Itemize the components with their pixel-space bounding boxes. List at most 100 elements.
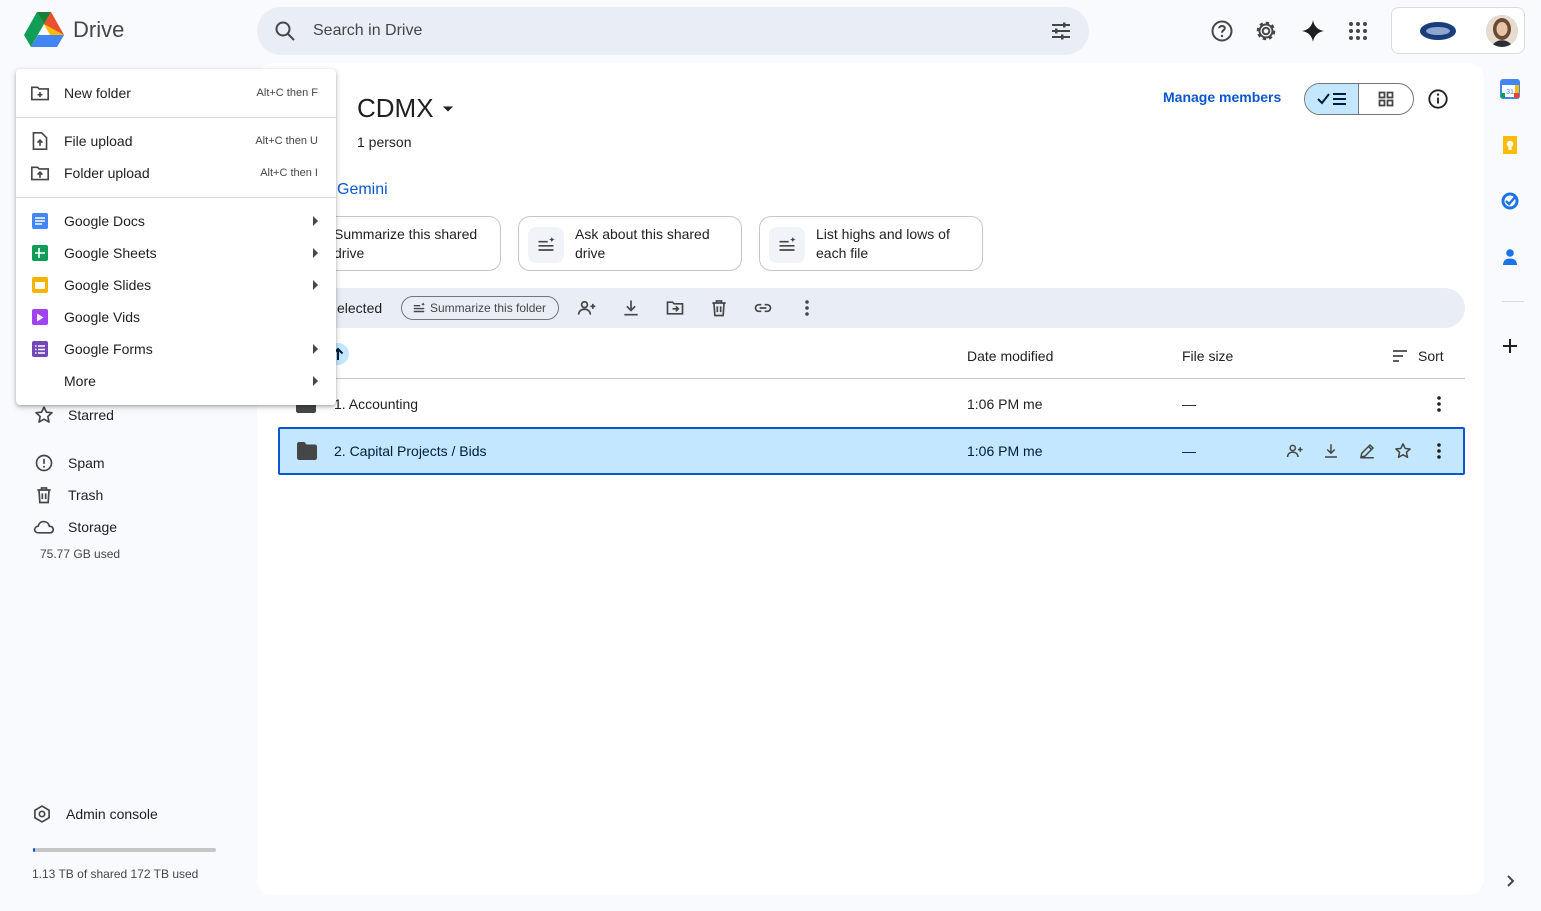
calendar-icon[interactable]: 31	[1500, 79, 1524, 103]
rail-divider	[1502, 301, 1524, 302]
menu-item-label: Google Slides	[64, 277, 152, 293]
nav-item-spam[interactable]: Spam	[32, 447, 105, 479]
grid-view-button[interactable]	[1359, 84, 1413, 114]
summarize-folder-button[interactable]: Summarize this folder	[401, 296, 560, 320]
menu-item-label: Google Forms	[64, 341, 153, 357]
move-icon[interactable]	[663, 296, 687, 320]
app-name: Drive	[73, 17, 125, 42]
gemini-list-icon	[528, 227, 564, 263]
link-icon[interactable]	[751, 296, 775, 320]
file-name: 2. Capital Projects / Bids	[334, 443, 487, 459]
page-title: CDMX	[357, 93, 434, 123]
nav-item-label: Starred	[68, 407, 114, 423]
table-row[interactable]: 1. Accounting 1:06 PM me —	[277, 380, 1465, 428]
manage-members-button[interactable]: Manage members	[1163, 89, 1281, 105]
nav-item-label: Storage	[68, 519, 118, 535]
menu-item-google-slides[interactable]: Google Slides	[16, 269, 336, 301]
table-row-selected[interactable]: 2. Capital Projects / Bids 1:06 PM me —	[278, 427, 1465, 475]
star-icon[interactable]	[1391, 439, 1415, 463]
menu-item-new-folder[interactable]: New folder Alt+C then F	[16, 77, 336, 109]
gemini-suggestion[interactable]: Ask about this shared drive	[518, 216, 742, 271]
new-folder-icon	[30, 83, 50, 103]
share-icon[interactable]	[575, 296, 599, 320]
admin-console-link[interactable]: Admin console	[30, 798, 158, 830]
menu-item-google-forms[interactable]: Google Forms	[16, 333, 336, 365]
side-panel-rail: 31	[1484, 62, 1541, 911]
menu-divider	[16, 197, 336, 198]
gemini-suggestion-label: Ask about this shared drive	[575, 226, 710, 261]
menu-item-google-vids[interactable]: Google Vids	[16, 301, 336, 333]
menu-item-google-sheets[interactable]: Google Sheets	[16, 237, 336, 269]
gemini-icon[interactable]	[1293, 11, 1333, 51]
menu-item-folder-upload[interactable]: Folder upload Alt+C then I	[16, 157, 336, 189]
more-vert-icon[interactable]	[795, 296, 819, 320]
contacts-icon[interactable]	[1500, 247, 1524, 271]
nav-item-trash[interactable]: Trash	[32, 479, 103, 511]
column-file-size[interactable]: File size	[1182, 348, 1233, 364]
view-toggle	[1304, 83, 1414, 115]
avatar[interactable]	[1486, 15, 1518, 47]
gemini-suggestion-label: List highs and lows of each file	[816, 226, 950, 261]
settings-icon[interactable]	[1246, 11, 1286, 51]
keep-icon[interactable]	[1500, 135, 1524, 159]
search-icon[interactable]	[273, 19, 297, 43]
gemini-suggestion[interactable]: List highs and lows of each file	[759, 216, 983, 271]
slides-icon	[30, 275, 50, 295]
trash-icon[interactable]	[707, 296, 731, 320]
rename-icon[interactable]	[1355, 439, 1379, 463]
menu-item-label: More	[64, 373, 96, 389]
file-size: —	[1182, 396, 1196, 412]
forms-icon	[30, 339, 50, 359]
help-icon[interactable]	[1202, 11, 1242, 51]
file-date: 1:06 PM me	[967, 443, 1043, 459]
storage-used-text: 75.77 GB used	[40, 547, 121, 561]
drive-logo[interactable]: Drive	[24, 12, 124, 48]
add-icon[interactable]	[1500, 336, 1524, 360]
new-menu: New folder Alt+C then F File upload Alt+…	[16, 69, 336, 405]
main-content: CDMX 1 person Manage members Gemini Summ…	[257, 63, 1484, 895]
folder-icon	[296, 442, 318, 460]
menu-item-more[interactable]: More	[16, 365, 336, 397]
column-date-modified[interactable]: Date modified	[967, 348, 1053, 364]
search-options-icon[interactable]	[1049, 19, 1073, 43]
more-vert-icon[interactable]	[1427, 439, 1451, 463]
nav-item-label: Spam	[68, 455, 105, 471]
file-upload-icon	[30, 131, 50, 151]
more-icon	[30, 371, 50, 391]
spam-icon	[32, 451, 56, 475]
selection-count: elected	[337, 300, 383, 316]
shared-storage-fill	[33, 848, 35, 852]
svg-text:31: 31	[1506, 89, 1514, 96]
sort-button[interactable]: Sort	[1392, 348, 1444, 364]
nav-item-storage[interactable]: Storage	[32, 511, 117, 543]
download-icon[interactable]	[1319, 439, 1343, 463]
download-icon[interactable]	[619, 296, 643, 320]
gemini-heading: Gemini	[337, 181, 388, 198]
menu-item-google-docs[interactable]: Google Docs	[16, 205, 336, 237]
submenu-arrow-icon	[313, 216, 318, 226]
account-switcher[interactable]	[1391, 7, 1525, 54]
chevron-right-icon[interactable]	[1500, 871, 1524, 895]
menu-item-label: File upload	[64, 133, 133, 149]
more-vert-icon[interactable]	[1427, 392, 1451, 416]
list-view-button[interactable]	[1305, 84, 1360, 114]
menu-item-label: Google Vids	[64, 309, 141, 325]
share-icon[interactable]	[1283, 439, 1307, 463]
file-name: 1. Accounting	[334, 396, 419, 412]
menu-item-label: Google Sheets	[64, 245, 157, 261]
top-bar: Drive	[0, 0, 1541, 62]
apps-grid-icon[interactable]	[1338, 11, 1378, 51]
drive-title-dropdown[interactable]: CDMX	[357, 93, 454, 124]
menu-item-shortcut: Alt+C then F	[256, 87, 318, 99]
cloud-icon	[32, 515, 56, 539]
menu-item-label: Google Docs	[64, 213, 145, 229]
menu-item-file-upload[interactable]: File upload Alt+C then U	[16, 125, 336, 157]
submenu-arrow-icon	[313, 376, 318, 386]
search-bar[interactable]	[257, 7, 1089, 55]
menu-item-shortcut: Alt+C then U	[255, 135, 318, 147]
tasks-icon[interactable]	[1500, 191, 1524, 215]
info-icon[interactable]	[1426, 87, 1450, 111]
admin-console-icon	[30, 802, 54, 826]
search-input[interactable]	[313, 7, 1013, 55]
shared-storage-text: 1.13 TB of shared 172 TB used	[32, 867, 199, 881]
